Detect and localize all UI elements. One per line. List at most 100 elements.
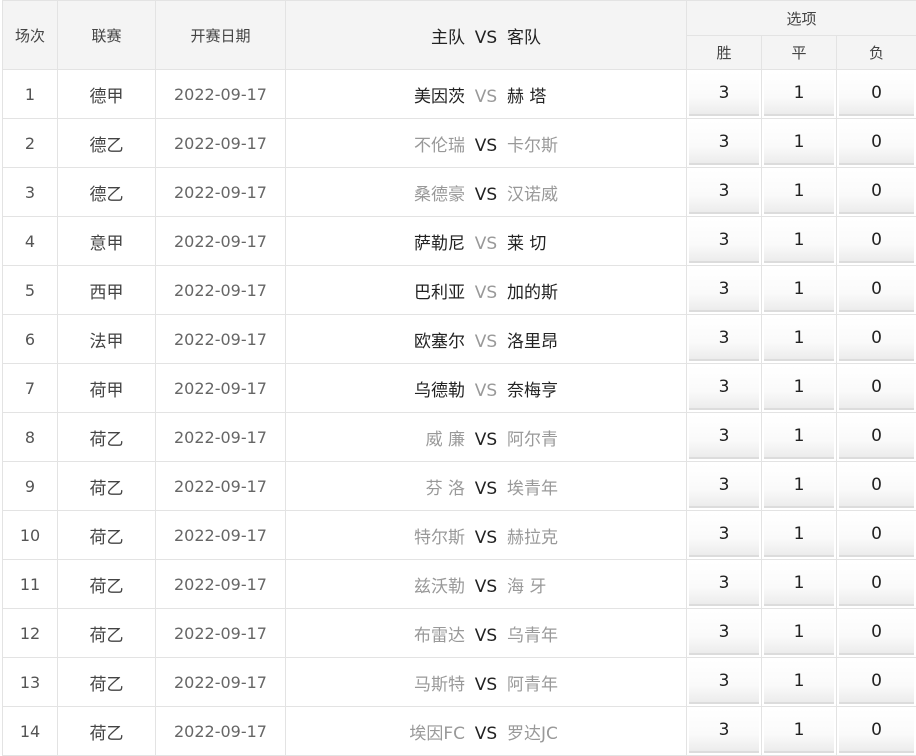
home-team: 桑德豪	[315, 180, 465, 205]
option-lose-button[interactable]: 0	[839, 660, 914, 704]
away-team: 埃青年	[507, 474, 657, 499]
option-draw-button[interactable]: 1	[764, 268, 834, 312]
option-lose-cell: 0	[837, 119, 916, 168]
option-draw-button[interactable]: 1	[764, 121, 834, 165]
row-match: 布雷达VS乌青年	[286, 609, 687, 658]
option-win-button[interactable]: 3	[689, 415, 759, 459]
row-index: 6	[3, 315, 58, 364]
row-index: 10	[3, 511, 58, 560]
option-win-button[interactable]: 3	[689, 219, 759, 263]
option-lose-cell: 0	[837, 511, 916, 560]
option-draw-button[interactable]: 1	[764, 72, 834, 116]
row-index: 2	[3, 119, 58, 168]
row-date: 2022-09-17	[156, 462, 286, 511]
option-win-cell: 3	[687, 119, 762, 168]
home-team: 乌德勒	[315, 376, 465, 401]
row-index: 1	[3, 70, 58, 119]
option-win-button[interactable]: 3	[689, 513, 759, 557]
option-win-button[interactable]: 3	[689, 709, 759, 753]
option-win-button[interactable]: 3	[689, 660, 759, 704]
vs-label: VS	[465, 626, 507, 646]
option-lose-cell: 0	[837, 315, 916, 364]
option-lose-button[interactable]: 0	[839, 72, 914, 116]
row-league: 荷乙	[58, 658, 156, 707]
option-win-button[interactable]: 3	[689, 464, 759, 508]
table-row: 14荷乙2022-09-17埃因FCVS罗达JC310	[3, 707, 916, 756]
home-team: 特尔斯	[315, 523, 465, 548]
option-win-button[interactable]: 3	[689, 268, 759, 312]
option-lose-button[interactable]: 0	[839, 268, 914, 312]
header-vs: VS	[465, 28, 507, 48]
option-lose-button[interactable]: 0	[839, 170, 914, 214]
away-team: 洛里昂	[507, 327, 657, 352]
option-win-button[interactable]: 3	[689, 170, 759, 214]
option-win-cell: 3	[687, 707, 762, 756]
option-win-button[interactable]: 3	[689, 317, 759, 361]
row-league: 荷乙	[58, 707, 156, 756]
vs-label: VS	[465, 136, 507, 156]
home-team: 埃因FC	[315, 719, 465, 744]
option-win-button[interactable]: 3	[689, 562, 759, 606]
option-lose-button[interactable]: 0	[839, 317, 914, 361]
option-win-button[interactable]: 3	[689, 121, 759, 165]
header-away: 客队	[507, 23, 657, 48]
header-win: 胜	[687, 36, 762, 70]
option-draw-button[interactable]: 1	[764, 660, 834, 704]
option-draw-cell: 1	[762, 315, 837, 364]
option-lose-button[interactable]: 0	[839, 415, 914, 459]
row-league: 荷乙	[58, 511, 156, 560]
table-row: 9荷乙2022-09-17芬 洛VS埃青年310	[3, 462, 916, 511]
option-draw-button[interactable]: 1	[764, 464, 834, 508]
option-lose-button[interactable]: 0	[839, 366, 914, 410]
away-team: 赫 塔	[507, 82, 657, 107]
row-match: 桑德豪VS汉诺威	[286, 168, 687, 217]
home-team: 不伦瑞	[315, 131, 465, 156]
option-draw-button[interactable]: 1	[764, 366, 834, 410]
option-draw-button[interactable]: 1	[764, 562, 834, 606]
header-lose: 负	[837, 36, 916, 70]
option-lose-button[interactable]: 0	[839, 611, 914, 655]
table-row: 5西甲2022-09-17巴利亚VS加的斯310	[3, 266, 916, 315]
option-draw-button[interactable]: 1	[764, 415, 834, 459]
vs-label: VS	[465, 332, 507, 352]
option-lose-button[interactable]: 0	[839, 219, 914, 263]
option-draw-button[interactable]: 1	[764, 513, 834, 557]
row-date: 2022-09-17	[156, 168, 286, 217]
option-lose-button[interactable]: 0	[839, 121, 914, 165]
option-draw-button[interactable]: 1	[764, 317, 834, 361]
vs-label: VS	[465, 675, 507, 695]
option-lose-button[interactable]: 0	[839, 464, 914, 508]
away-team: 赫拉克	[507, 523, 657, 548]
away-team: 汉诺威	[507, 180, 657, 205]
option-lose-cell: 0	[837, 168, 916, 217]
home-team: 布雷达	[315, 621, 465, 646]
option-win-button[interactable]: 3	[689, 611, 759, 655]
option-draw-cell: 1	[762, 70, 837, 119]
option-draw-cell: 1	[762, 511, 837, 560]
row-date: 2022-09-17	[156, 511, 286, 560]
option-lose-cell: 0	[837, 364, 916, 413]
option-draw-cell: 1	[762, 119, 837, 168]
row-league: 荷乙	[58, 462, 156, 511]
option-win-button[interactable]: 3	[689, 366, 759, 410]
vs-label: VS	[465, 479, 507, 499]
row-match: 美因茨VS赫 塔	[286, 70, 687, 119]
option-lose-button[interactable]: 0	[839, 562, 914, 606]
vs-label: VS	[465, 283, 507, 303]
option-win-cell: 3	[687, 266, 762, 315]
table-row: 13荷乙2022-09-17马斯特VS阿青年310	[3, 658, 916, 707]
row-date: 2022-09-17	[156, 217, 286, 266]
option-win-cell: 3	[687, 413, 762, 462]
option-win-cell: 3	[687, 560, 762, 609]
option-lose-cell: 0	[837, 560, 916, 609]
row-league: 荷乙	[58, 560, 156, 609]
row-match: 威 廉VS阿尔青	[286, 413, 687, 462]
option-lose-button[interactable]: 0	[839, 513, 914, 557]
option-draw-button[interactable]: 1	[764, 219, 834, 263]
away-team: 阿青年	[507, 670, 657, 695]
option-win-button[interactable]: 3	[689, 72, 759, 116]
option-draw-button[interactable]: 1	[764, 611, 834, 655]
option-lose-button[interactable]: 0	[839, 709, 914, 753]
option-draw-button[interactable]: 1	[764, 170, 834, 214]
option-draw-button[interactable]: 1	[764, 709, 834, 753]
